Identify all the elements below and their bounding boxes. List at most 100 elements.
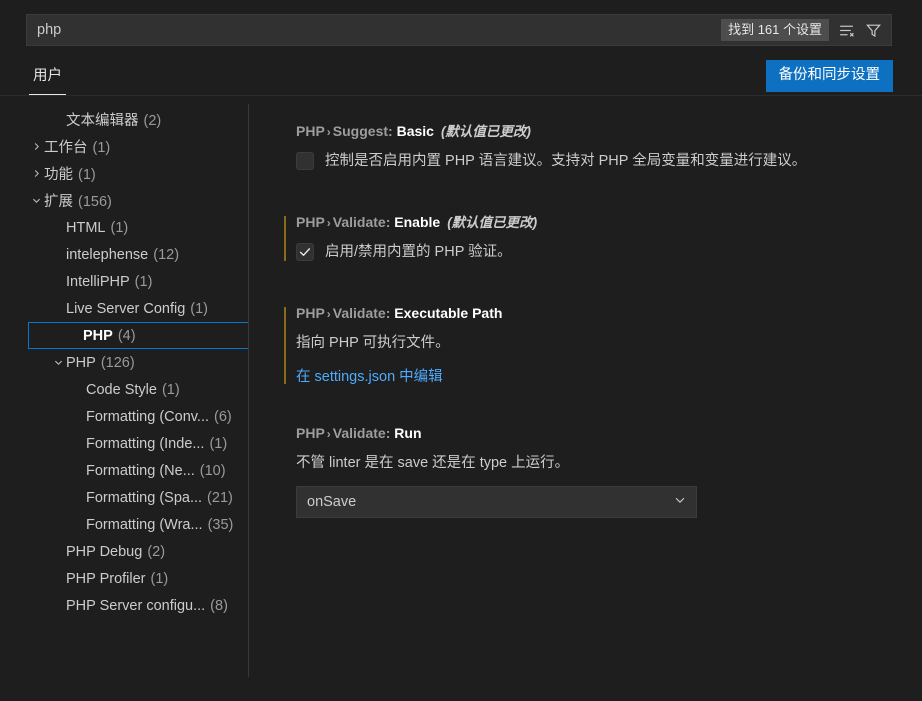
toc-item-label: 工作台 [44,140,88,156]
toc-item-php[interactable]: PHP (4) [28,322,249,349]
toc-item-count: (126) [100,354,135,371]
setting-group: Suggest: [332,123,393,139]
toc-item-label: PHP Debug [66,543,143,560]
toc-item-formatting-inde[interactable]: Formatting (Inde... (1) [0,430,249,457]
setting-description-row: 启用/禁用内置的 PHP 验证。 [296,241,922,263]
toc-item-[interactable]: 文本编辑器 (2) [0,106,249,133]
setting-leaf-name: Enable [394,214,441,230]
toc-item-text: Formatting (Wra... (35) [86,517,233,533]
toc-item-intelephense[interactable]: intelephense (12) [0,241,249,268]
toc-item-formatting-ne[interactable]: Formatting (Ne... (10) [0,457,249,484]
toc-item-[interactable]: 功能 (1) [0,160,249,187]
toc-item-label: Formatting (Ne... [86,462,195,479]
chevron-down-icon[interactable] [28,193,44,209]
search-input[interactable] [27,15,722,45]
toc-item-label: HTML [66,219,106,236]
setting-checkbox[interactable] [296,243,314,261]
toc-item-php-server-configu[interactable]: PHP Server configu... (8) [0,592,249,619]
toc-item-formatting-spa[interactable]: Formatting (Spa... (21) [0,484,249,511]
setting-group: Validate: [332,214,391,230]
setting-group: Validate: [332,305,391,321]
toc-item-label: PHP [83,327,113,344]
setting-group: Validate: [332,425,391,441]
toc-item-count: (1) [190,300,209,317]
toc-item-count: (1) [92,140,111,156]
setting-leaf-name: Executable Path [394,305,503,321]
toc-item-count: (8) [210,597,228,614]
toc-item-label: 功能 [44,167,73,183]
toc-item-count: (35) [207,516,234,533]
toc-item-text: PHP (4) [83,328,136,344]
toc-item-label: Formatting (Wra... [86,516,203,533]
toc-item-php-profiler[interactable]: PHP Profiler (1) [0,565,249,592]
toc-item-count: (1) [110,219,129,236]
toc-item-text: 工作台 (1) [44,136,110,157]
default-changed-note: (默认值已更改) [440,124,531,139]
setting-category: PHP [296,425,325,441]
toc-item-formatting-wra[interactable]: Formatting (Wra... (35) [0,511,249,538]
toc-item-intelliphp[interactable]: IntelliPHP (1) [0,268,249,295]
toc-item-label: PHP Server configu... [66,597,206,614]
setting-leaf-name: Basic [396,123,434,139]
tab-user-label: 用户 [33,68,62,84]
setting-title: PHP › Validate: Executable Path [296,303,922,324]
toc-item-label: Formatting (Spa... [86,489,203,506]
toc-item-count: (1) [134,273,153,290]
setting-title: PHP › Validate: Enable (默认值已更改) [296,212,922,233]
toc-item-count: (1) [161,381,180,398]
setting-select-value: onSave [307,494,357,510]
chevron-right-icon[interactable] [28,166,44,182]
setting-description-row: 控制是否启用内置 PHP 语言建议。支持对 PHP 全局变量和变量进行建议。 [296,150,922,172]
settings-search-header: 找到 161 个设置 [0,0,922,55]
toc-item-text: 文本编辑器 (2) [66,109,161,130]
setting-item: PHP › Suggest: Basic (默认值已更改) 控制是否启用内置 PHP 语… [249,121,922,172]
toc-item-text: Formatting (Conv... (6) [86,409,232,425]
toc-item-formatting-conv[interactable]: Formatting (Conv... (6) [0,403,249,430]
toc-item-label: Live Server Config [66,300,186,317]
search-box[interactable]: 找到 161 个设置 [26,14,892,46]
toc-item-live-server-config[interactable]: Live Server Config (1) [0,295,249,322]
chevron-down-icon[interactable] [50,355,66,371]
toc-item-count: (156) [78,194,112,210]
modified-indicator [284,307,286,384]
breadcrumb-separator-icon: › [326,216,331,230]
toc-item-count: (21) [207,489,233,506]
chevron-right-icon[interactable] [28,139,44,155]
toc-item-count: (2) [147,543,166,560]
toc-item-label: 文本编辑器 [66,113,139,129]
toc-item-html[interactable]: HTML (1) [0,214,249,241]
toc-item-text: Formatting (Spa... (21) [86,490,233,506]
toc-item-count: (4) [117,327,136,344]
setting-checkbox[interactable] [296,152,314,170]
setting-title: PHP › Suggest: Basic (默认值已更改) [296,121,922,142]
tab-user[interactable]: 用户 [29,62,66,95]
toc-item-text: Formatting (Ne... (10) [86,463,226,479]
setting-description: 启用/禁用内置的 PHP 验证。 [325,244,512,260]
setting-category: PHP [296,214,325,230]
toc-item-text: HTML (1) [66,220,128,236]
setting-category: PHP [296,305,325,321]
toc-item-[interactable]: 扩展 (156) [0,187,249,214]
edit-in-settings-json-link[interactable]: 在 settings.json 中编辑 [296,365,443,386]
backup-and-sync-settings-button[interactable]: 备份和同步设置 [765,60,893,92]
setting-select[interactable]: onSave [296,486,697,518]
settings-toc[interactable]: 文本编辑器 (2) 工作台 (1) 功能 (1) 扩展 (156) HTML (1) intelep… [0,97,249,686]
toc-item-php-debug[interactable]: PHP Debug (2) [0,538,249,565]
setting-leaf-name: Run [394,425,422,441]
toc-item-text: Live Server Config (1) [66,301,208,317]
toc-item-[interactable]: 工作台 (1) [0,133,249,160]
toc-item-count: (1) [150,570,169,587]
toc-item-label: Code Style [86,381,157,398]
setting-title: PHP › Validate: Run [296,423,922,444]
settings-list: PHP › Suggest: Basic (默认值已更改) 控制是否启用内置 PHP 语… [249,97,922,701]
breadcrumb-separator-icon: › [326,307,331,321]
default-changed-note: (默认值已更改) [447,215,538,230]
tab-active-underline [29,93,66,95]
toc-item-php[interactable]: PHP (126) [0,349,249,376]
toc-item-code-style[interactable]: Code Style (1) [0,376,249,403]
clear-filters-icon[interactable] [836,20,856,40]
setting-description: 指向 PHP 可执行文件。 [296,335,450,351]
search-actions: 找到 161 个设置 [721,15,891,45]
filter-icon[interactable] [863,20,883,40]
toc-item-text: 功能 (1) [44,163,96,184]
